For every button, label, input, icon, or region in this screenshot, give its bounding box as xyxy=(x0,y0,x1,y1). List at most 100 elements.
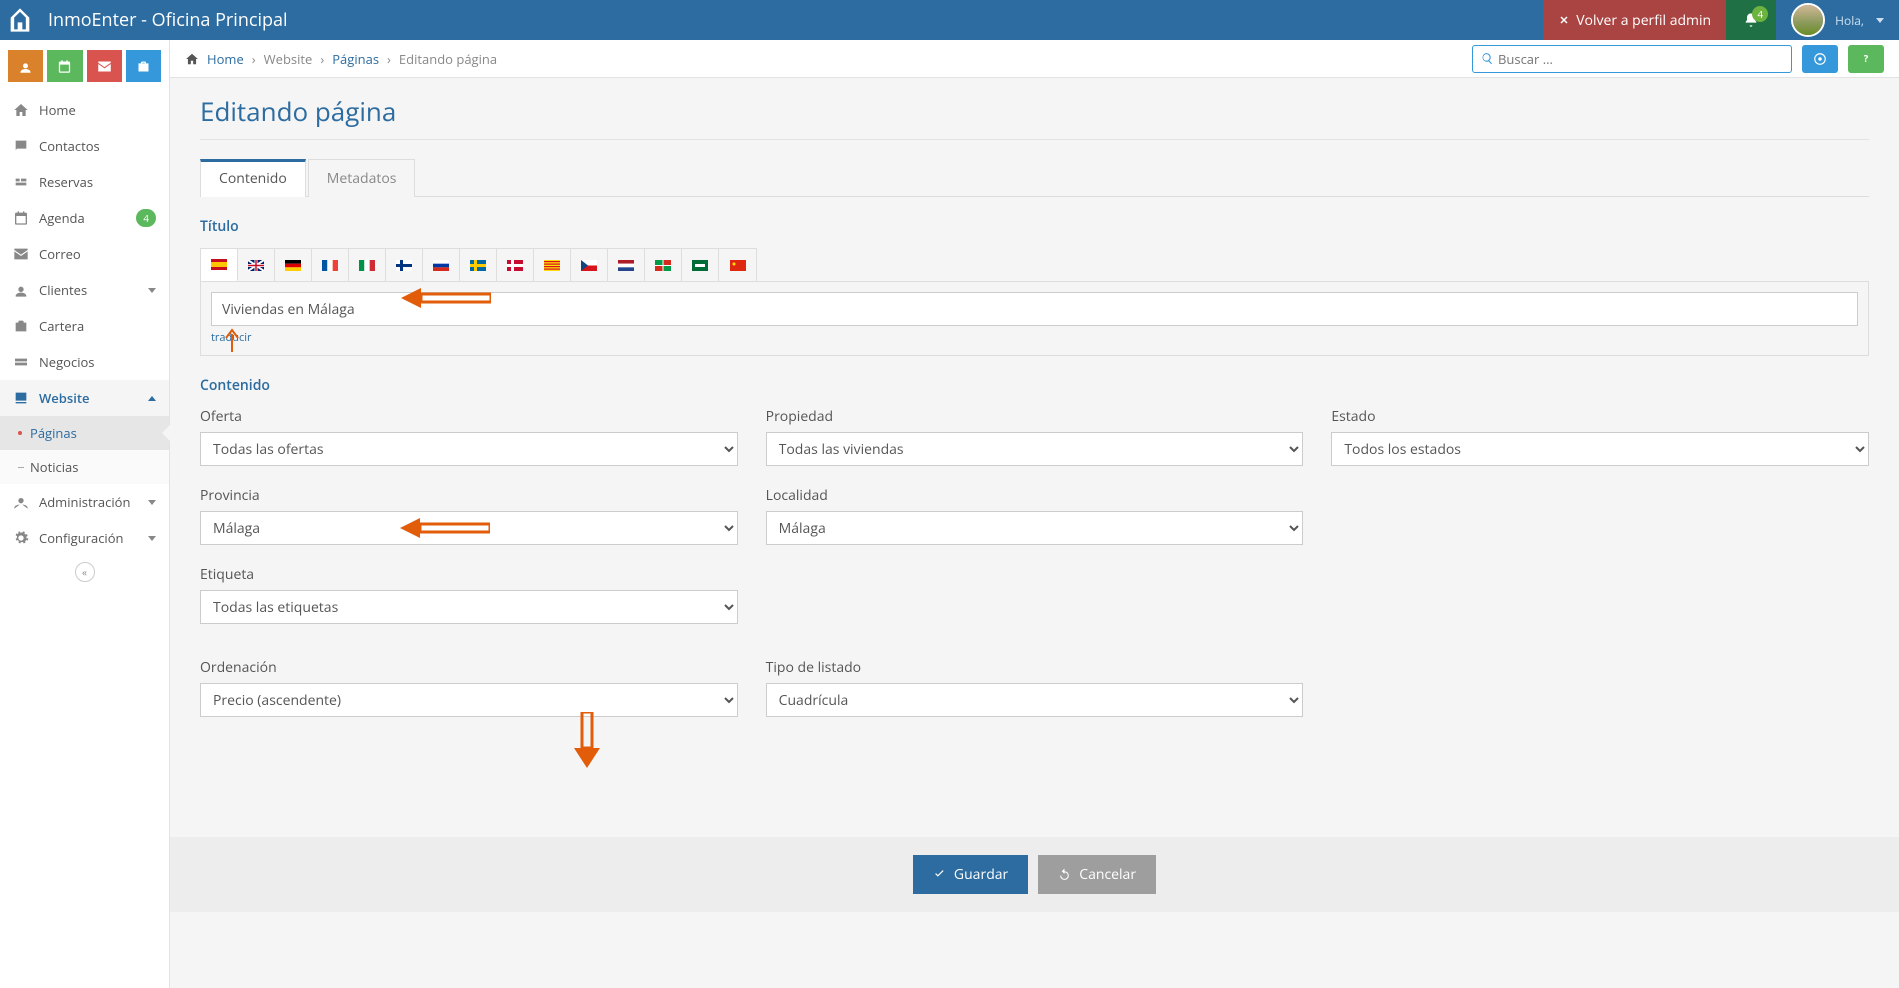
select-listado[interactable]: Cuadrícula xyxy=(766,683,1304,717)
flag-tab-ca[interactable] xyxy=(534,249,571,281)
flag-ca-icon xyxy=(544,260,560,271)
breadcrumb-home[interactable]: Home xyxy=(207,50,244,68)
flag-es-icon xyxy=(211,259,227,270)
sidebar-item-clientes[interactable]: Clientes xyxy=(0,272,169,308)
breadcrumb-paginas[interactable]: Páginas xyxy=(332,50,379,68)
notifications-button[interactable]: 4 xyxy=(1726,0,1776,40)
flag-tab-nl[interactable] xyxy=(608,249,645,281)
flag-fr-icon xyxy=(322,260,338,271)
quick-buttons xyxy=(0,40,169,92)
flag-tab-cz[interactable] xyxy=(571,249,608,281)
search-input[interactable] xyxy=(1498,50,1783,68)
breadcrumb-current: Editando página xyxy=(399,50,497,68)
flag-tab-ar[interactable] xyxy=(682,249,719,281)
sidebar-item-agenda[interactable]: Agenda4 xyxy=(0,200,169,236)
footer-actions: Guardar Cancelar xyxy=(170,837,1899,912)
return-admin-button[interactable]: Volver a perfil admin xyxy=(1543,0,1726,40)
flag-de-icon xyxy=(285,260,301,271)
select-localidad[interactable]: Málaga xyxy=(766,511,1304,545)
flag-tab-ru[interactable] xyxy=(423,249,460,281)
select-oferta[interactable]: Todas las ofertas xyxy=(200,432,738,466)
traducir-link[interactable]: traducir xyxy=(211,330,252,345)
help-button[interactable] xyxy=(1802,45,1838,73)
breadcrumb: Home› Website› Páginas› Editando página xyxy=(185,50,1472,68)
sidebar-item-website[interactable]: Website xyxy=(0,380,169,416)
field-estado: Estado Todos los estados xyxy=(1331,407,1869,466)
tabs: Contenido Metadatos xyxy=(200,158,1869,197)
flag-tab-de[interactable] xyxy=(275,249,312,281)
sidebar-item-correo[interactable]: Correo xyxy=(0,236,169,272)
main: Home› Website› Páginas› Editando página … xyxy=(170,40,1899,988)
sidebar-item-reservas[interactable]: Reservas xyxy=(0,164,169,200)
collapse-sidebar-button[interactable]: « xyxy=(0,556,169,588)
sidebar-item-negocios[interactable]: Negocios xyxy=(0,344,169,380)
sidebar-item-cartera[interactable]: Cartera xyxy=(0,308,169,344)
guardar-button[interactable]: Guardar xyxy=(913,855,1028,894)
flag-tab-cn[interactable] xyxy=(719,249,756,281)
cancelar-button[interactable]: Cancelar xyxy=(1038,855,1156,894)
topbar: InmoEnter - Oficina Principal Volver a p… xyxy=(0,0,1899,40)
app-logo xyxy=(0,0,40,40)
flag-tab-eu[interactable] xyxy=(645,249,682,281)
breadcrumb-website: Website xyxy=(264,50,313,68)
home-icon xyxy=(185,52,199,66)
flag-tab-it[interactable] xyxy=(349,249,386,281)
section-contenido: Contenido xyxy=(200,376,1869,395)
field-provincia: Provincia Málaga xyxy=(200,486,738,545)
sidebar-item-contactos[interactable]: Contactos xyxy=(0,128,169,164)
flag-tab-fr[interactable] xyxy=(312,249,349,281)
sidebar-item-admin[interactable]: Administración xyxy=(0,484,169,520)
field-oferta: Oferta Todas las ofertas xyxy=(200,407,738,466)
flag-tab-gb[interactable] xyxy=(238,249,275,281)
chevron-down-icon xyxy=(148,500,156,505)
flag-cz-icon xyxy=(581,260,597,271)
flag-it-icon xyxy=(359,260,375,271)
field-listado: Tipo de listado Cuadrícula xyxy=(766,658,1304,717)
question-button[interactable]: ? xyxy=(1848,45,1884,73)
flag-fi-icon xyxy=(396,260,412,271)
svg-text:?: ? xyxy=(1864,52,1869,65)
field-localidad: Localidad Málaga xyxy=(766,486,1304,545)
select-etiqueta[interactable]: Todas las etiquetas xyxy=(200,590,738,624)
user-menu[interactable]: Hola, xyxy=(1776,0,1899,40)
flag-gb-icon xyxy=(248,260,264,271)
sidebar-item-config[interactable]: Configuración xyxy=(0,520,169,556)
user-greeting: Hola, xyxy=(1835,12,1864,29)
title-input[interactable] xyxy=(211,292,1858,326)
quick-calendar-button[interactable] xyxy=(47,50,82,82)
search-icon xyxy=(1481,52,1494,65)
flag-eu-icon xyxy=(655,260,671,271)
flag-dk-icon xyxy=(507,260,523,271)
sidebar-item-home[interactable]: Home xyxy=(0,92,169,128)
quick-briefcase-button[interactable] xyxy=(126,50,161,82)
field-ordenacion: Ordenación Precio (ascendente) xyxy=(200,658,738,717)
sidebar-subitem-noticias[interactable]: Noticias xyxy=(0,450,169,484)
app-title: InmoEnter - Oficina Principal xyxy=(48,8,1543,32)
sidebar: Home Contactos Reservas Agenda4 Correo C… xyxy=(0,40,170,988)
agenda-badge: 4 xyxy=(136,209,156,227)
chevron-down-icon xyxy=(148,536,156,541)
select-estado[interactable]: Todos los estados xyxy=(1331,432,1869,466)
flag-nl-icon xyxy=(618,260,634,271)
page-title: Editando página xyxy=(200,93,1869,129)
flag-ru-icon xyxy=(433,260,449,271)
tab-metadatos[interactable]: Metadatos xyxy=(308,159,416,197)
field-etiqueta: Etiqueta Todas las etiquetas xyxy=(200,565,738,624)
search-box[interactable] xyxy=(1472,45,1792,73)
flag-tab-es[interactable] xyxy=(201,249,238,281)
select-propiedad[interactable]: Todas las viviendas xyxy=(766,432,1304,466)
select-provincia[interactable]: Málaga xyxy=(200,511,738,545)
quick-users-button[interactable] xyxy=(8,50,43,82)
select-ordenacion[interactable]: Precio (ascendente) xyxy=(200,683,738,717)
flag-se-icon xyxy=(470,260,486,271)
language-tabs xyxy=(200,248,757,281)
tab-contenido[interactable]: Contenido xyxy=(200,159,306,197)
flag-tab-fi[interactable] xyxy=(386,249,423,281)
sidebar-subitem-paginas[interactable]: Páginas xyxy=(0,416,169,450)
quick-mail-button[interactable] xyxy=(87,50,122,82)
flag-tab-se[interactable] xyxy=(460,249,497,281)
annotation-arrow-icon xyxy=(570,712,604,770)
chevron-down-icon xyxy=(148,288,156,293)
flag-tab-dk[interactable] xyxy=(497,249,534,281)
avatar xyxy=(1791,3,1825,37)
